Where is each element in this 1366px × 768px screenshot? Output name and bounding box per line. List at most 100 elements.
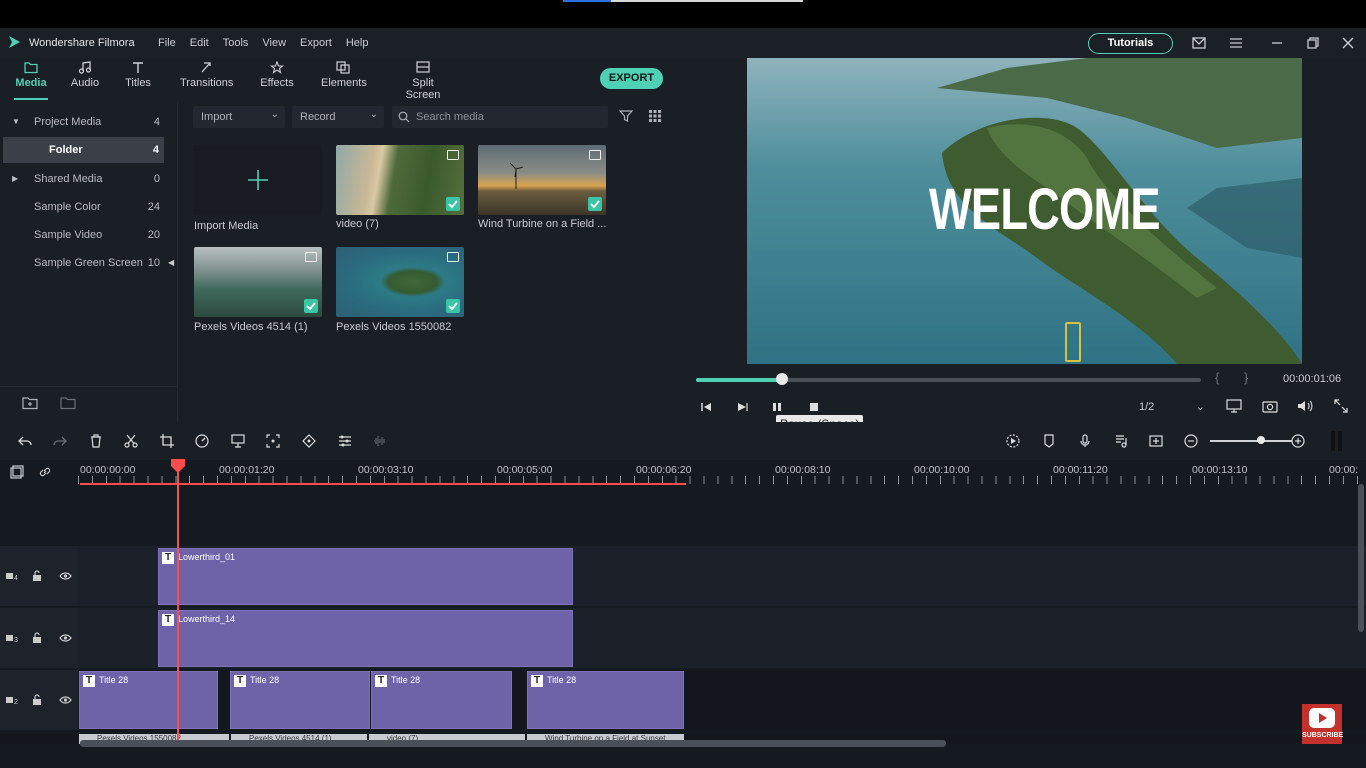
stop-icon[interactable] xyxy=(808,401,820,413)
step-back-icon[interactable] xyxy=(700,401,712,413)
record-dropdown[interactable]: Record ⌄ xyxy=(292,106,384,128)
sidebar-item-sample-green-screen[interactable]: Sample Green Screen 10 xyxy=(0,250,170,276)
import-dropdown[interactable]: Import ⌄ xyxy=(193,106,285,128)
eye-icon[interactable] xyxy=(59,633,72,643)
clip-title-28[interactable]: T Title 28 xyxy=(371,671,512,729)
filter-icon[interactable] xyxy=(619,109,633,123)
redo-icon[interactable] xyxy=(53,434,67,448)
tab-titles[interactable]: Titles xyxy=(124,61,152,89)
restore-icon[interactable] xyxy=(1305,35,1321,51)
delete-icon[interactable] xyxy=(89,434,103,448)
youtube-subscribe-watermark[interactable]: SUBSCRIBE xyxy=(1302,704,1343,744)
zoom-in-icon[interactable] xyxy=(1291,434,1305,448)
speed-icon[interactable] xyxy=(195,434,209,448)
lock-icon[interactable] xyxy=(32,570,42,582)
menu-view[interactable]: View xyxy=(262,37,286,49)
scissors-icon[interactable] xyxy=(124,434,138,448)
add-track-icon[interactable] xyxy=(10,465,24,479)
mail-icon[interactable] xyxy=(1191,35,1207,51)
lock-icon[interactable] xyxy=(32,632,42,644)
menu-tools[interactable]: Tools xyxy=(223,37,249,49)
export-button[interactable]: EXPORT xyxy=(600,68,663,89)
media-thumb-wind-turbine[interactable] xyxy=(478,145,606,215)
timeline-ruler[interactable]: 00:00:00:00 00:00:01:20 00:00:03:10 00:0… xyxy=(0,460,1366,486)
check-icon xyxy=(446,197,460,211)
tab-media[interactable]: Media xyxy=(14,61,48,89)
undo-icon[interactable] xyxy=(18,434,32,448)
zoom-out-icon[interactable] xyxy=(1184,434,1198,448)
render-preview-icon[interactable] xyxy=(1006,434,1020,448)
playhead-marker[interactable] xyxy=(170,458,186,474)
tab-effects[interactable]: Effects xyxy=(260,61,294,89)
mark-out-icon[interactable]: } xyxy=(1244,370,1248,385)
keyframe-icon[interactable] xyxy=(302,434,316,448)
microphone-icon[interactable] xyxy=(1078,434,1092,448)
auto-reframe-icon[interactable] xyxy=(266,434,280,448)
zoom-slider-handle[interactable] xyxy=(1257,436,1265,444)
grid-view-icon[interactable] xyxy=(648,109,662,123)
menu-help[interactable]: Help xyxy=(346,37,369,49)
minimize-icon[interactable] xyxy=(1269,35,1285,51)
menu-export[interactable]: Export xyxy=(300,37,332,49)
sidebar-item-project-media[interactable]: ▼ Project Media 4 xyxy=(0,109,170,135)
import-media-tile[interactable] xyxy=(194,145,322,215)
clip-lowerthird-01[interactable]: T Lowerthird_01 xyxy=(158,548,573,605)
media-thumb-pexels-1550082[interactable] xyxy=(336,247,464,317)
search-media-input[interactable]: Search media xyxy=(392,106,608,128)
tab-audio[interactable]: Audio xyxy=(70,61,100,89)
fullscreen-icon[interactable] xyxy=(1334,399,1348,413)
tutorials-button[interactable]: Tutorials xyxy=(1088,33,1173,54)
media-thumb-pexels-4514[interactable] xyxy=(194,247,322,317)
mark-in-icon[interactable]: { xyxy=(1215,370,1219,385)
clip-title-28[interactable]: T Title 28 xyxy=(527,671,684,729)
eye-icon[interactable] xyxy=(59,695,72,705)
voiceover-icon[interactable] xyxy=(1149,434,1163,448)
volume-icon[interactable] xyxy=(1297,399,1313,413)
menu-file[interactable]: File xyxy=(158,37,176,49)
sidebar-item-sample-color[interactable]: Sample Color 24 xyxy=(0,194,170,220)
green-screen-icon[interactable] xyxy=(231,434,245,448)
new-folder-icon[interactable] xyxy=(22,396,38,410)
timeline-vertical-scrollbar[interactable] xyxy=(1358,484,1364,632)
tab-elements-label: Elements xyxy=(321,77,367,89)
menu-edit[interactable]: Edit xyxy=(190,37,209,49)
zoom-slider-track[interactable] xyxy=(1210,440,1292,442)
preview-seek-handle[interactable] xyxy=(776,373,788,385)
eye-icon[interactable] xyxy=(59,571,72,581)
snapshot-camera-icon[interactable] xyxy=(1262,399,1278,413)
title-clip-icon: T xyxy=(162,614,174,626)
split-screen-icon xyxy=(416,61,430,73)
app-name: Wondershare Filmora xyxy=(29,37,135,49)
clip-title-28[interactable]: T Title 28 xyxy=(79,671,218,729)
tab-transitions[interactable]: Transitions xyxy=(180,61,233,89)
timeline-horizontal-scrollbar[interactable] xyxy=(80,740,946,747)
audio-mixer-icon[interactable] xyxy=(1114,434,1128,448)
collapse-sidebar-icon[interactable]: ◀ xyxy=(168,258,174,267)
screen-top-strip xyxy=(0,0,1366,28)
close-icon[interactable] xyxy=(1340,35,1356,51)
adjust-sliders-icon[interactable] xyxy=(338,434,352,448)
folder-outline-icon[interactable] xyxy=(60,396,76,410)
media-thumb-video-7[interactable] xyxy=(336,145,464,215)
sidebar-item-shared-media[interactable]: ▶ Shared Media 0 xyxy=(0,166,170,192)
marker-icon[interactable] xyxy=(1042,434,1056,448)
link-icon[interactable] xyxy=(38,465,52,479)
tab-elements[interactable]: Elements xyxy=(321,61,367,89)
lock-icon[interactable] xyxy=(32,694,42,706)
list-menu-icon[interactable] xyxy=(1228,35,1244,51)
audio-wave-icon[interactable] xyxy=(373,434,387,448)
clip-lowerthird-14[interactable]: T Lowerthird_14 xyxy=(158,610,573,667)
pause-icon[interactable] xyxy=(771,401,783,413)
play-icon[interactable] xyxy=(736,401,748,413)
monitor-icon[interactable] xyxy=(1226,399,1242,413)
timeline-pause-icon[interactable] xyxy=(1331,431,1343,451)
crop-icon[interactable] xyxy=(160,434,174,448)
text-cursor-box[interactable] xyxy=(1065,322,1081,362)
clip-label: Title 28 xyxy=(391,675,421,685)
plus-icon xyxy=(248,170,268,190)
sidebar-item-folder[interactable]: Folder 4 xyxy=(3,137,164,163)
preview-quality-dropdown[interactable]: 1/2 ⌄ xyxy=(1135,398,1207,416)
tab-split-screen[interactable]: Split Screen xyxy=(394,61,452,101)
clip-title-28[interactable]: T Title 28 xyxy=(230,671,370,729)
sidebar-item-sample-video[interactable]: Sample Video 20 xyxy=(0,222,170,248)
